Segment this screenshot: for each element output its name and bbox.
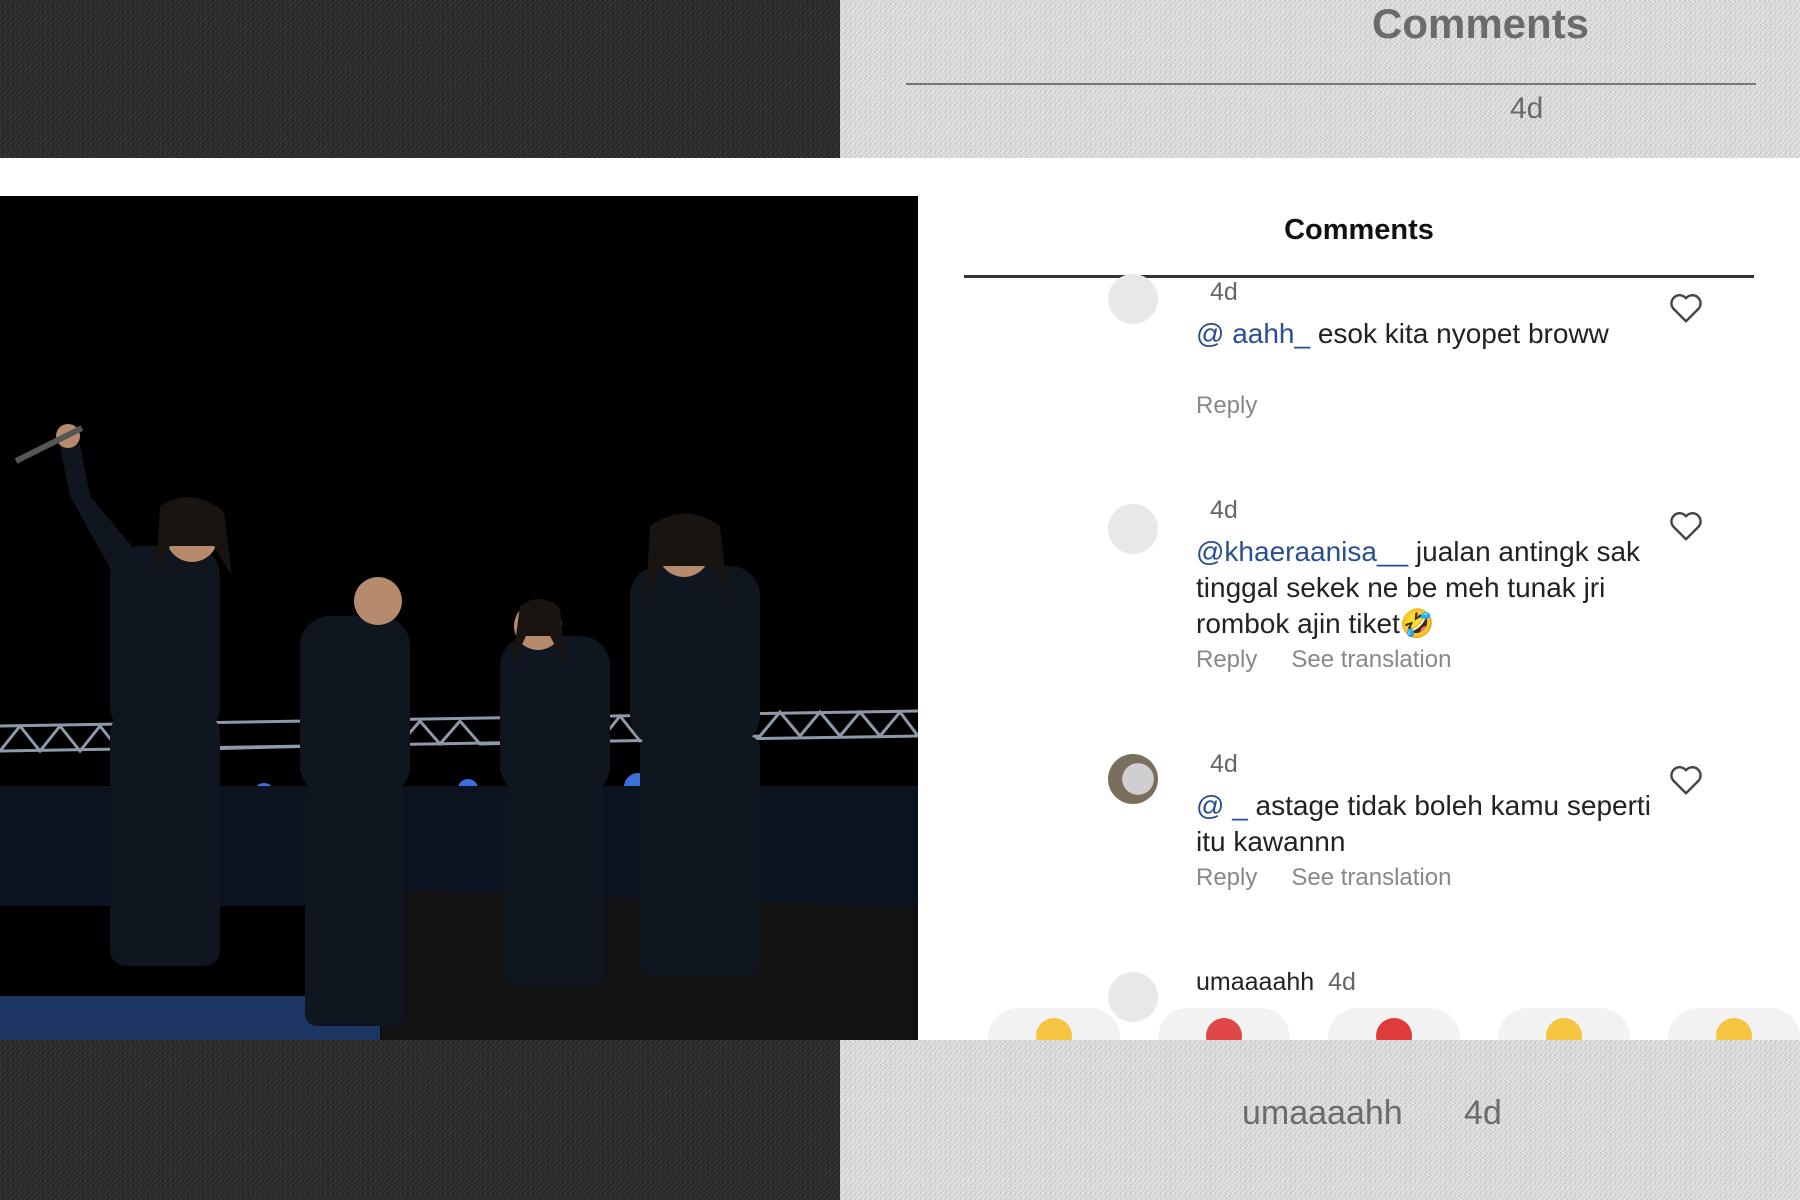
concert-photo bbox=[0, 196, 918, 1040]
emoji-button[interactable] bbox=[1328, 1008, 1460, 1040]
emoji-button[interactable] bbox=[1668, 1008, 1800, 1040]
heart-outline-icon[interactable] bbox=[1668, 508, 1704, 542]
ghost-comments-title: Comments bbox=[1372, 0, 1590, 47]
comment-actions: Reply See translation bbox=[1196, 864, 1485, 892]
emoji-reaction-bar bbox=[988, 1008, 1800, 1040]
reply-button[interactable]: Reply bbox=[1196, 392, 1257, 419]
title-divider bbox=[964, 275, 1754, 278]
avatar[interactable] bbox=[1108, 754, 1158, 804]
panel-title: Comments bbox=[1284, 214, 1434, 246]
comment-body: @khaeraanisa__ jualan antingk sak tingga… bbox=[1196, 534, 1666, 642]
comment-body: @ aahh_ esok kita nyopet broww bbox=[1196, 316, 1666, 352]
comment-meta: 4d bbox=[1196, 496, 1238, 525]
emoji-button[interactable] bbox=[1158, 1008, 1290, 1040]
emoji-icon bbox=[1546, 1018, 1582, 1040]
comment-age: 4d bbox=[1210, 496, 1238, 524]
emoji-button[interactable] bbox=[1498, 1008, 1630, 1040]
comment-meta: 4d bbox=[1196, 278, 1238, 307]
top-right-ghost-header: Comments 4d bbox=[840, 0, 1800, 158]
comment-text: astage tidak boleh kamu seperti itu kawa… bbox=[1196, 790, 1651, 857]
comment-age: 4d bbox=[1328, 968, 1356, 996]
comment-age: 4d bbox=[1210, 750, 1238, 778]
comment-text: esok kita nyopet broww bbox=[1310, 318, 1609, 349]
comment-meta: 4d bbox=[1196, 750, 1238, 779]
comment-meta: umaaaahh 4d bbox=[1196, 968, 1356, 997]
see-translation-button[interactable]: See translation bbox=[1291, 864, 1451, 891]
ghost-age: 4d bbox=[1510, 92, 1544, 125]
bottom-right-ghost-footer: umaaaahh 4d bbox=[840, 1040, 1800, 1200]
heart-outline-icon[interactable] bbox=[1668, 762, 1704, 796]
emoji-icon bbox=[1206, 1018, 1242, 1040]
avatar[interactable] bbox=[1108, 504, 1158, 554]
comment-mention[interactable]: @khaeraanisa__ bbox=[1196, 536, 1408, 567]
emoji-icon bbox=[1376, 1018, 1412, 1040]
comment-age: 4d bbox=[1210, 278, 1238, 306]
comments-panel: Comments 4d @ aahh_ esok kita nyopet bro… bbox=[918, 158, 1800, 1040]
ghost-username: umaaaahh bbox=[1242, 1094, 1403, 1132]
comment-username[interactable]: umaaaahh bbox=[1196, 968, 1314, 996]
ghost-age: 4d bbox=[1464, 1094, 1502, 1132]
reply-button[interactable]: Reply bbox=[1196, 646, 1257, 673]
comment-actions: Reply See translation bbox=[1196, 646, 1485, 674]
top-left-noise-band bbox=[0, 0, 840, 158]
emoji-icon bbox=[1036, 1018, 1072, 1040]
emoji-button[interactable] bbox=[988, 1008, 1120, 1040]
comment-mention[interactable]: @ aahh_ bbox=[1196, 318, 1310, 349]
ghost-title-rule bbox=[906, 83, 1756, 85]
comment-actions: Reply bbox=[1196, 392, 1291, 420]
concert-stage-image bbox=[0, 196, 918, 1040]
bottom-left-noise-band bbox=[0, 1040, 840, 1200]
comment-mention[interactable]: @ _ bbox=[1196, 790, 1248, 821]
emoji-icon bbox=[1716, 1018, 1752, 1040]
reply-button[interactable]: Reply bbox=[1196, 864, 1257, 891]
comment-body: @ _ astage tidak boleh kamu seperti itu … bbox=[1196, 788, 1666, 860]
see-translation-button[interactable]: See translation bbox=[1291, 646, 1451, 673]
avatar[interactable] bbox=[1108, 274, 1158, 324]
heart-outline-icon[interactable] bbox=[1668, 290, 1704, 324]
